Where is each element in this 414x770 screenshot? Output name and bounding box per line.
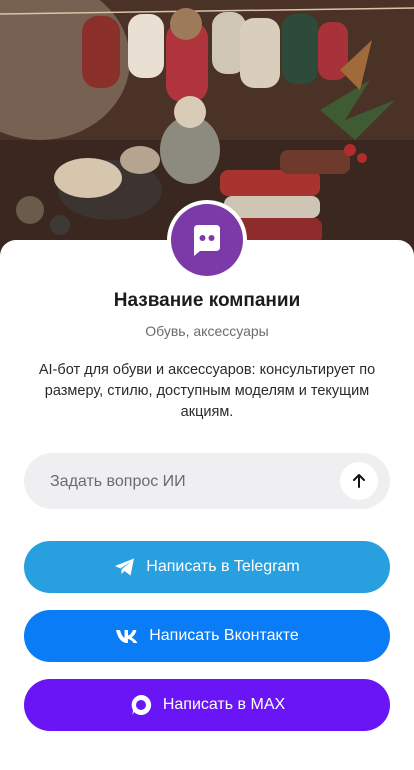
vk-button-label: Написать Вконтакте (149, 627, 299, 644)
avatar (167, 200, 247, 280)
max-icon (129, 693, 153, 717)
telegram-button[interactable]: Написать в Telegram (24, 541, 390, 593)
vk-icon (115, 628, 139, 644)
arrow-up-icon (353, 474, 365, 488)
max-button-label: Написать в MAX (162, 696, 286, 713)
send-button[interactable] (340, 462, 378, 500)
ai-question-field[interactable] (24, 453, 390, 511)
vk-button[interactable]: Написать Вконтакте (24, 610, 390, 662)
company-category: Обувь, аксессуары (145, 323, 269, 339)
telegram-icon (114, 557, 136, 577)
max-button[interactable]: Написать в MAX (24, 679, 390, 731)
chat-bot-icon (171, 204, 243, 276)
telegram-button-label: Написать в Telegram (146, 558, 300, 575)
company-description: AI-бот для обуви и аксессуаров: консульт… (38, 362, 376, 420)
ai-question-input[interactable] (48, 453, 332, 511)
company-name: Название компании (113, 290, 301, 311)
